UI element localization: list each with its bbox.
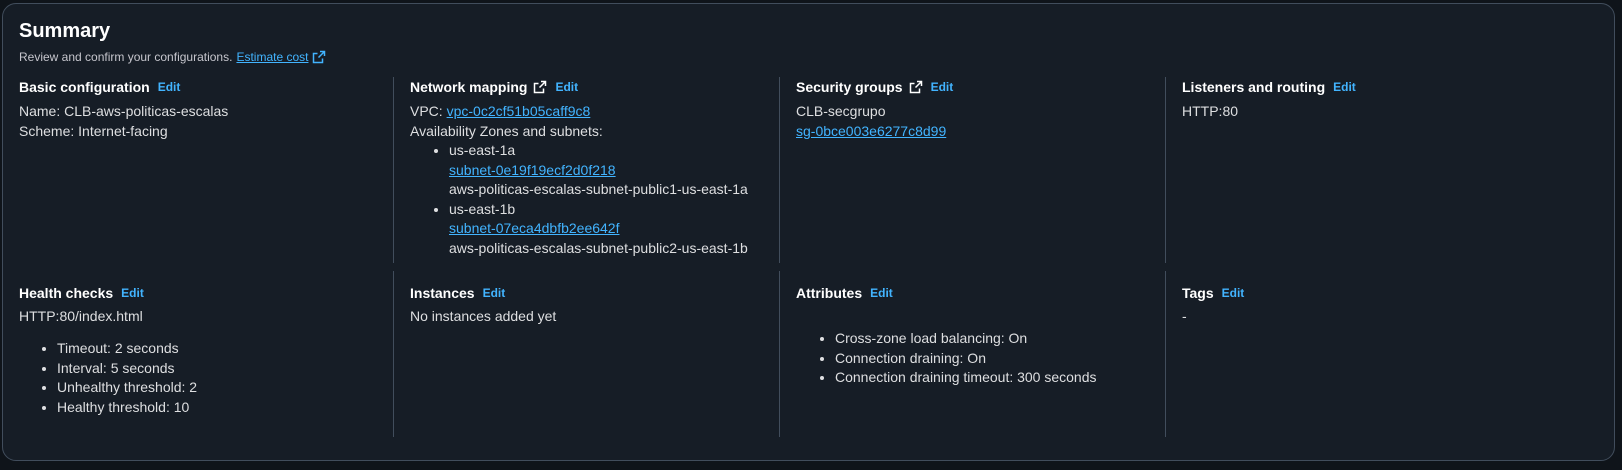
estimate-cost-link[interactable]: Estimate cost [236,50,326,64]
tags-value: - [1182,308,1187,324]
attribute-item: Connection draining timeout: 300 seconds [835,368,1150,388]
attributes-list: Cross-zone load balancing: On Connection… [796,329,1150,388]
attribute-item: Cross-zone load balancing: On [835,329,1150,349]
vpc-label: VPC: [410,103,447,119]
attributes-heading: Attributes [796,285,863,301]
instances-value: No instances added yet [410,308,557,324]
lb-name: Name: CLB-aws-politicas-escalas [19,103,229,119]
health-checks-edit-button[interactable]: Edit [121,283,144,303]
attributes-section: Attributes Edit Cross-zone load balancin… [779,271,1166,437]
health-check-list: Timeout: 2 seconds Interval: 5 seconds U… [19,339,377,417]
subnet-name: aws-politicas-escalas-subnet-public1-us-… [449,181,748,198]
health-check-item: Timeout: 2 seconds [57,339,377,359]
attribute-item: Connection draining: On [835,349,1150,369]
lb-scheme: Scheme: Internet-facing [19,123,168,139]
listener-value: HTTP:80 [1182,103,1239,119]
az-label: Availability Zones and subnets: [410,123,603,139]
health-checks-section: Health checks Edit HTTP:80/index.html Ti… [3,271,393,437]
tags-edit-button[interactable]: Edit [1222,283,1245,303]
security-group-name: CLB-secgrupo [796,103,886,119]
summary-subtitle: Review and confirm your configurations. … [19,50,326,64]
security-groups-section: Security groups Edit CLB-secgrupo sg-0bc… [779,77,1166,263]
tags-section: Tags Edit - [1165,271,1605,437]
vpc-id-link[interactable]: vpc-0c2cf51b05caff9c8 [447,103,591,119]
network-mapping-section: Network mapping Edit VPC: vpc-0c2cf51b05… [393,77,780,263]
listeners-heading: Listeners and routing [1182,79,1326,95]
summary-title: Summary [19,20,111,42]
external-link-icon [312,50,326,64]
external-link-icon[interactable] [909,80,923,94]
subnet-id-link[interactable]: subnet-0e19f19ecf2d0f218 [449,161,764,181]
security-groups-edit-button[interactable]: Edit [931,77,954,97]
network-mapping-edit-button[interactable]: Edit [555,77,578,97]
instances-edit-button[interactable]: Edit [483,283,506,303]
subnet-name: aws-politicas-escalas-subnet-public2-us-… [449,239,748,256]
listeners-edit-button[interactable]: Edit [1333,77,1356,97]
zone-list: us-east-1a subnet-0e19f19ecf2d0f218 aws-… [410,141,764,259]
health-check-item: Healthy threshold: 10 [57,398,377,418]
basic-configuration-heading: Basic configuration [19,79,150,95]
instances-heading: Instances [410,285,475,301]
zone-item: us-east-1a subnet-0e19f19ecf2d0f218 aws-… [449,141,764,200]
estimate-cost-label: Estimate cost [236,50,309,64]
zone-name: us-east-1b [449,200,516,217]
zone-item: us-east-1b subnet-07eca4dbfb2ee642f aws-… [449,200,764,259]
subnet-id-link[interactable]: subnet-07eca4dbfb2ee642f [449,219,764,239]
health-check-item: Interval: 5 seconds [57,359,377,379]
health-checks-heading: Health checks [19,285,114,301]
basic-configuration-section: Basic configuration Edit Name: CLB-aws-p… [3,77,393,263]
health-check-item: Unhealthy threshold: 2 [57,378,377,398]
basic-configuration-edit-button[interactable]: Edit [158,77,181,97]
listeners-section: Listeners and routing Edit HTTP:80 [1165,77,1605,263]
external-link-icon[interactable] [533,80,547,94]
health-check-path: HTTP:80/index.html [19,308,143,324]
vpc-line: VPC: vpc-0c2cf51b05caff9c8 [410,101,764,121]
attributes-edit-button[interactable]: Edit [870,283,893,303]
security-group-id-link[interactable]: sg-0bce003e6277c8d99 [796,123,946,139]
network-mapping-heading: Network mapping [410,79,528,95]
zone-name: us-east-1a [449,142,516,158]
security-groups-heading: Security groups [796,79,903,95]
summary-subtitle-text: Review and confirm your configurations. [19,50,233,64]
summary-panel: Summary Review and confirm your configur… [2,3,1615,461]
instances-section: Instances Edit No instances added yet [393,271,780,437]
tags-heading: Tags [1182,285,1214,301]
